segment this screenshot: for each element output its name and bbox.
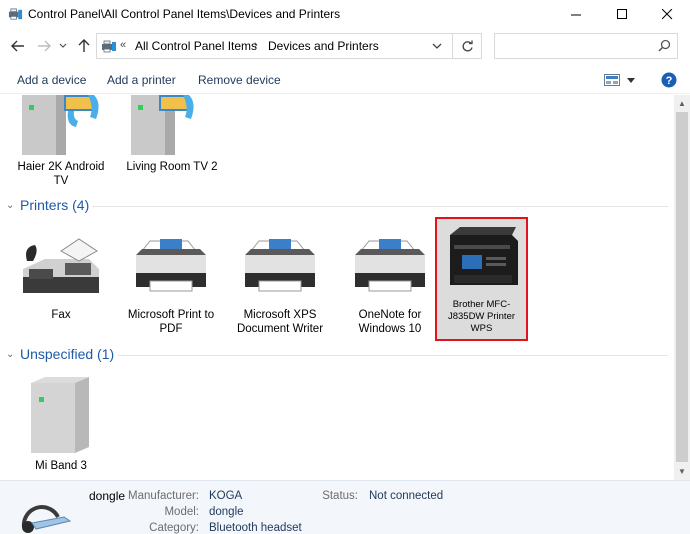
device-label: Fax (51, 309, 71, 321)
forward-button[interactable] (34, 36, 54, 56)
chevron-down-icon: ⌄ (6, 199, 15, 211)
breadcrumb-separator[interactable]: › (254, 39, 258, 51)
help-icon[interactable]: ? (661, 72, 677, 88)
bluetooth-headset-icon (21, 505, 72, 533)
device-label: Haier 2K Android TV (17, 161, 105, 187)
device-microsoft-print-to-pdf[interactable]: Microsoft Print to PDF (125, 223, 217, 335)
device-label: Mi Band 3 (35, 460, 87, 472)
multifunction-printer-icon (450, 227, 518, 285)
vertical-scrollbar[interactable]: ▲ ▼ (674, 95, 690, 480)
add-device-button[interactable]: Add a device (17, 73, 86, 87)
chevron-down-icon (59, 43, 67, 48)
up-button[interactable] (74, 36, 94, 56)
change-view-icon[interactable] (604, 74, 620, 86)
back-button[interactable] (8, 36, 28, 56)
group-header-printers[interactable]: ⌄ Printers (4) (6, 196, 89, 214)
view-options-dropdown-icon[interactable] (627, 78, 635, 83)
minimize-icon (570, 14, 581, 16)
device-brother-mfc-j835dw-printer-wps[interactable]: Brother MFC-J835DW Printer WPS (435, 217, 528, 341)
devices-view: Haier 2K Android TV Living Room TV 2 ⌄ P… (0, 95, 674, 480)
device-label: Microsoft XPS Document Writer (236, 309, 324, 335)
chevron-down-icon: ⌄ (6, 348, 15, 360)
device-microsoft-xps-document-writer[interactable]: Microsoft XPS Document Writer (234, 223, 326, 335)
printer-icon (136, 239, 206, 292)
address-bar[interactable]: « All Control Panel Items › Devices and … (96, 33, 453, 59)
group-label: Unspecified (1) (20, 346, 115, 362)
printer-icon (245, 239, 315, 292)
category-label: Category: (149, 522, 199, 534)
device-name: dongle (89, 489, 126, 503)
manufacturer-value: KOGA (209, 490, 243, 502)
arrow-left-icon (11, 40, 24, 52)
control-panel-icon (102, 40, 116, 53)
category-value: Bluetooth headset (209, 522, 302, 534)
add-printer-button[interactable]: Add a printer (107, 73, 176, 87)
status-label: Status: (322, 490, 358, 502)
refresh-icon (462, 40, 473, 51)
scroll-thumb[interactable] (676, 112, 688, 462)
model-value: dongle (209, 506, 244, 518)
maximize-icon (616, 9, 627, 19)
close-icon (661, 9, 672, 20)
device-label: Living Room TV 2 (126, 161, 218, 173)
maximize-button[interactable] (599, 0, 645, 29)
printer-icon (355, 239, 425, 292)
recent-locations-button[interactable] (56, 36, 70, 56)
refresh-button[interactable] (453, 33, 482, 59)
generic-device-icon (31, 377, 89, 453)
device-fax[interactable]: Fax (15, 223, 107, 323)
arrow-right-icon (38, 40, 51, 52)
command-bar: Add a device Add a printer Remove device… (0, 66, 690, 94)
group-label: Printers (4) (20, 197, 90, 213)
status-value: Not connected (369, 490, 444, 502)
manufacturer-label: Manufacturer: (128, 490, 199, 502)
address-dropdown-icon[interactable] (432, 43, 442, 50)
title-bar: Control Panel\All Control Panel Items\De… (0, 0, 690, 29)
details-pane: dongle Manufacturer: KOGA Model: dongle … (0, 480, 690, 534)
device-haier-2k-android-tv[interactable]: Haier 2K Android TV (15, 95, 107, 190)
group-divider (92, 206, 668, 207)
device-onenote-for-windows-10[interactable]: OneNote for Windows 10 (344, 223, 436, 335)
svg-text:?: ? (666, 75, 673, 87)
window-title: Control Panel\All Control Panel Items\De… (28, 7, 341, 21)
address-overflow[interactable]: « (120, 39, 126, 51)
group-header-unspecified[interactable]: ⌄ Unspecified (1) (6, 345, 114, 363)
scroll-down-icon[interactable]: ▼ (678, 467, 686, 476)
device-mi-band-3[interactable]: Mi Band 3 (15, 373, 107, 478)
breadcrumb-devices-and-printers[interactable]: Devices and Printers (268, 39, 379, 53)
scroll-up-icon[interactable]: ▲ (678, 99, 686, 108)
devices-printers-app-icon (8, 8, 23, 20)
search-box[interactable] (494, 33, 678, 59)
device-label: Microsoft Print to PDF (127, 309, 215, 335)
close-button[interactable] (644, 0, 690, 29)
search-input[interactable] (499, 37, 649, 55)
arrow-up-icon (78, 39, 90, 52)
device-label: OneNote for Windows 10 (358, 309, 422, 335)
group-divider (118, 355, 668, 356)
device-label: Brother MFC-J835DW Printer WPS (447, 299, 516, 334)
model-label: Model: (164, 506, 199, 518)
search-icon[interactable] (658, 39, 671, 52)
breadcrumb-all-control-panel-items[interactable]: All Control Panel Items (135, 39, 257, 53)
minimize-button[interactable] (553, 0, 599, 29)
media-device-icon (22, 95, 99, 155)
fax-icon (23, 238, 99, 293)
media-device-icon (131, 95, 194, 155)
remove-device-button[interactable]: Remove device (198, 73, 281, 87)
device-living-room-tv-2[interactable]: Living Room TV 2 (126, 95, 218, 190)
